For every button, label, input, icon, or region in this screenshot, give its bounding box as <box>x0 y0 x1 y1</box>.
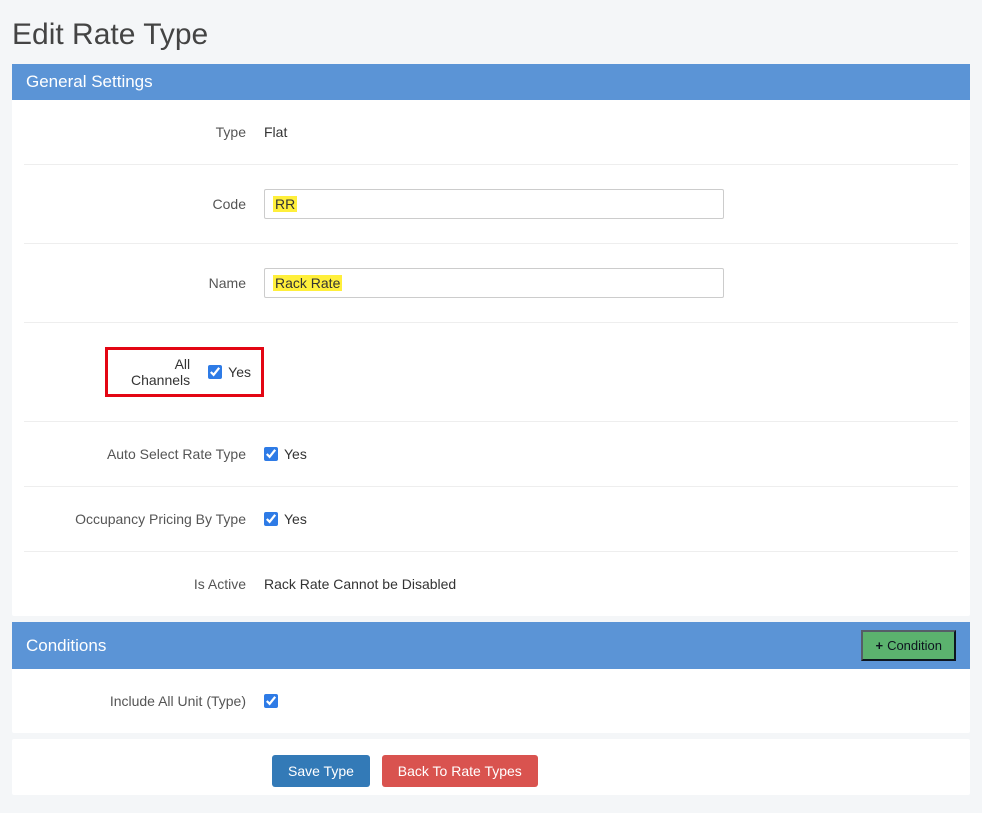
auto-select-row: Auto Select Rate Type Yes <box>24 422 958 487</box>
type-label: Type <box>24 124 264 140</box>
general-settings-heading: General Settings <box>26 72 153 92</box>
auto-select-yes: Yes <box>284 446 307 462</box>
name-row: Name Rack Rate <box>24 244 958 323</box>
include-all-label: Include All Unit (Type) <box>24 693 264 709</box>
conditions-panel: Conditions + Condition Include All Unit … <box>12 622 970 733</box>
code-input[interactable]: RR <box>264 189 724 219</box>
include-all-row: Include All Unit (Type) <box>24 669 958 733</box>
all-channels-highlight-box: All Channels Yes <box>105 347 264 397</box>
general-settings-panel: General Settings Type Flat Code RR Name … <box>12 64 970 616</box>
all-channels-row: All Channels Yes <box>24 323 958 422</box>
name-value-highlight: Rack Rate <box>273 275 342 291</box>
all-channels-checkbox[interactable] <box>208 365 222 379</box>
occupancy-row: Occupancy Pricing By Type Yes <box>24 487 958 552</box>
auto-select-label: Auto Select Rate Type <box>24 446 264 462</box>
is-active-row: Is Active Rack Rate Cannot be Disabled <box>24 552 958 616</box>
actions-panel: Save Type Back To Rate Types <box>12 739 970 795</box>
occupancy-checkbox[interactable] <box>264 512 278 526</box>
is-active-label: Is Active <box>24 576 264 592</box>
add-condition-label: Condition <box>887 638 942 653</box>
auto-select-checkbox[interactable] <box>264 447 278 461</box>
conditions-heading: Conditions <box>26 636 106 656</box>
general-settings-header: General Settings <box>12 64 970 100</box>
back-to-rate-types-button[interactable]: Back To Rate Types <box>382 755 538 787</box>
save-type-button[interactable]: Save Type <box>272 755 370 787</box>
code-value-highlight: RR <box>273 196 297 212</box>
code-row: Code RR <box>24 165 958 244</box>
conditions-header: Conditions + Condition <box>12 622 970 669</box>
code-label: Code <box>24 196 264 212</box>
name-label: Name <box>24 275 264 291</box>
plus-icon: + <box>875 638 883 653</box>
page-title: Edit Rate Type <box>12 18 970 52</box>
type-row: Type Flat <box>24 100 958 165</box>
add-condition-button[interactable]: + Condition <box>861 630 956 661</box>
name-input[interactable]: Rack Rate <box>264 268 724 298</box>
all-channels-yes: Yes <box>228 364 251 380</box>
include-all-checkbox[interactable] <box>264 694 278 708</box>
is-active-value: Rack Rate Cannot be Disabled <box>264 576 456 592</box>
type-value: Flat <box>264 124 287 140</box>
occupancy-label: Occupancy Pricing By Type <box>24 511 264 527</box>
all-channels-label: All Channels <box>118 356 208 388</box>
occupancy-yes: Yes <box>284 511 307 527</box>
